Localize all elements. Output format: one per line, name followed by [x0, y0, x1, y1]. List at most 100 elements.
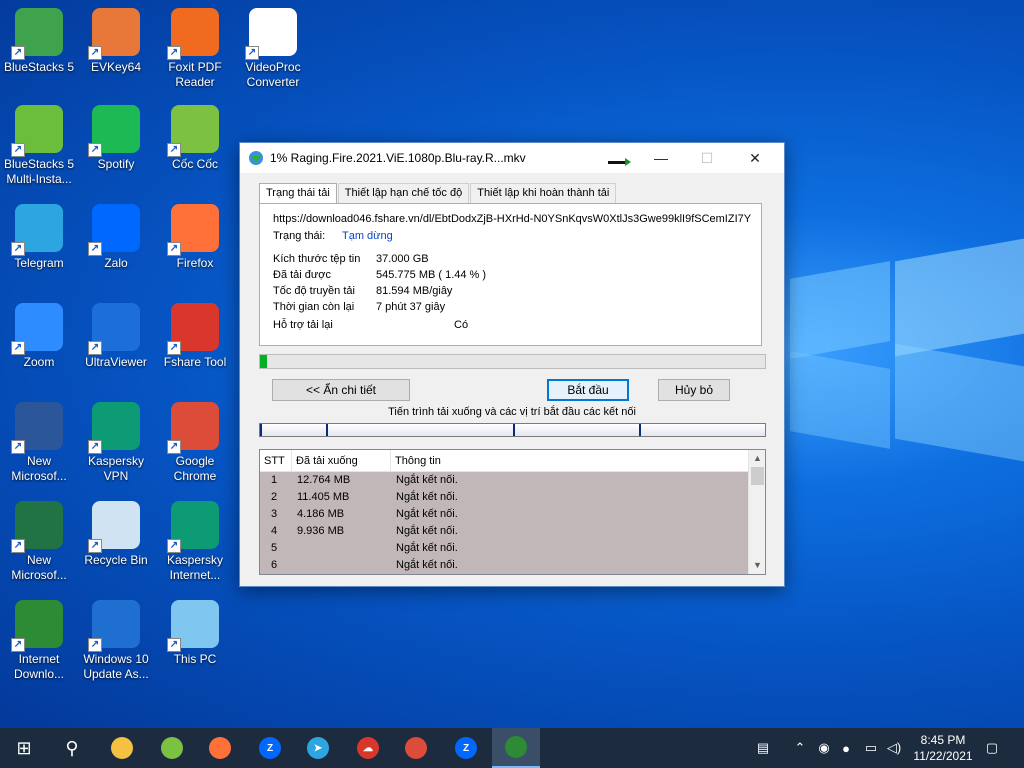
field-label: Tốc độ truyền tải	[273, 285, 355, 297]
desktop-icon[interactable]: ↗ VideoProc Converter	[235, 8, 311, 90]
desktop-icon[interactable]: ↗ Zoom	[1, 303, 77, 370]
status-value: Tạm dừng	[342, 230, 393, 242]
shortcut-arrow-icon: ↗	[11, 46, 25, 60]
list-scrollbar[interactable]: ▲ ▼	[748, 450, 765, 574]
taskbar-file-explorer[interactable]	[98, 728, 146, 768]
desktop-icon[interactable]: ↗ BlueStacks 5 Multi-Insta...	[1, 105, 77, 187]
shortcut-arrow-icon: ↗	[11, 440, 25, 454]
taskbar-zalo-2[interactable]: Z	[442, 728, 490, 768]
desktop-icon[interactable]: ↗ Firefox	[157, 204, 233, 271]
desktop-icon[interactable]: ↗ This PC	[157, 600, 233, 667]
desktop-icon[interactable]: ↗ EVKey64	[78, 8, 154, 75]
scroll-down-icon[interactable]: ▼	[749, 557, 765, 574]
camera-icon[interactable]: ◉	[814, 728, 834, 768]
cancel-button[interactable]: Hủy bỏ	[658, 379, 730, 401]
shortcut-arrow-icon: ↗	[11, 341, 25, 355]
table-row[interactable]: 4 9.936 MB Ngắt kết nối.	[260, 523, 748, 540]
taskbar-coccoc[interactable]	[148, 728, 196, 768]
connection-segments-bar	[259, 423, 766, 437]
desktop-icon[interactable]: ↗ Zalo	[78, 204, 154, 271]
start-button[interactable]: Bắt đầu	[547, 379, 629, 401]
window-titlebar[interactable]: 1% Raging.Fire.2021.ViE.1080p.Blu-ray.R.…	[240, 143, 784, 173]
desktop-icon[interactable]: ↗ Fshare Tool	[157, 303, 233, 370]
desktop-icon[interactable]: ↗ BlueStacks 5	[1, 8, 77, 75]
table-row[interactable]: 3 4.186 MB Ngắt kết nối.	[260, 506, 748, 523]
shortcut-arrow-icon: ↗	[11, 539, 25, 553]
desktop-icon-label: Cốc Cốc	[171, 157, 218, 171]
desktop-icon-label: Kaspersky VPN	[87, 454, 145, 483]
table-row[interactable]: 1 12.764 MB Ngắt kết nối.	[260, 472, 748, 489]
table-cell-downloaded: 9.936 MB	[297, 525, 345, 537]
table-cell-stt: 6	[271, 559, 278, 571]
field-label: Đã tải được	[273, 269, 331, 281]
taskbar-zalo[interactable]: Z	[246, 728, 294, 768]
scroll-thumb[interactable]	[751, 467, 764, 485]
excel-icon: ↗	[11, 501, 63, 553]
table-cell-info: Ngắt kết nối.	[396, 491, 458, 503]
recycle-bin-icon: ↗	[88, 501, 140, 553]
volume-icon[interactable]: ◁)	[884, 728, 904, 768]
taskbar-firefox[interactable]	[196, 728, 244, 768]
shortcut-arrow-icon: ↗	[88, 440, 102, 454]
telegram-icon: ↗	[11, 204, 63, 256]
desktop-icon[interactable]: ↗ UltraViewer	[78, 303, 154, 370]
taskbar-telegram[interactable]: ➤	[294, 728, 342, 768]
desktop-icon[interactable]: ↗ Kaspersky VPN	[78, 402, 154, 484]
news-icon[interactable]: ▤	[748, 728, 778, 768]
desktop-icon[interactable]: ↗ Windows 10 Update As...	[78, 600, 154, 682]
field-value: 81.594 MB/giây	[376, 285, 453, 297]
firefox-icon	[209, 737, 231, 759]
desktop-icon-label: EVKey64	[90, 60, 142, 74]
idm-download-window[interactable]: 1% Raging.Fire.2021.ViE.1080p.Blu-ray.R.…	[239, 142, 785, 587]
tab-speed-limit[interactable]: Thiết lập hạn chế tốc độ	[337, 183, 470, 203]
shortcut-arrow-icon: ↗	[88, 638, 102, 652]
desktop-icon-label: Kaspersky Internet...	[166, 553, 224, 582]
network-icon[interactable]: ▭	[860, 728, 882, 768]
desktop-icon[interactable]: ↗ Foxit PDF Reader	[157, 8, 233, 90]
firefox-icon: ↗	[167, 204, 219, 256]
notification-icon[interactable]: ▢	[978, 728, 1006, 768]
hide-details-button[interactable]: << Ẩn chi tiết	[272, 379, 410, 401]
tab-download-status[interactable]: Trạng thái tải	[259, 183, 337, 204]
desktop-icon[interactable]: ↗ Spotify	[78, 105, 154, 172]
desktop-icon[interactable]: ↗ New Microsof...	[1, 501, 77, 583]
desktop-icon-label: Zalo	[104, 256, 128, 270]
table-row[interactable]: 2 11.405 MB Ngắt kết nối.	[260, 489, 748, 506]
taskbar-clock[interactable]: 8:45 PM 11/22/2021	[908, 732, 978, 764]
taskbar-idm[interactable]	[492, 728, 540, 768]
column-header-stt[interactable]: STT	[260, 450, 292, 471]
desktop-icon[interactable]: ↗ Telegram	[1, 204, 77, 271]
clock-date: 11/22/2021	[913, 749, 973, 763]
desktop-icon[interactable]: ↗ Internet Downlo...	[1, 600, 77, 682]
desktop-icon[interactable]: ↗ Cốc Cốc	[157, 105, 233, 172]
zalo-icon: ↗	[88, 204, 140, 256]
bluestacks-multi-icon: ↗	[11, 105, 63, 157]
telegram-icon: ➤	[307, 737, 329, 759]
shortcut-arrow-icon: ↗	[167, 242, 181, 256]
close-button[interactable]: ✕	[732, 143, 778, 173]
shortcut-arrow-icon: ↗	[167, 539, 181, 553]
taskbar-chrome[interactable]	[392, 728, 440, 768]
column-header-info[interactable]: Thông tin	[391, 450, 748, 471]
desktop-icon[interactable]: ↗ New Microsof...	[1, 402, 77, 484]
taskbar-start-button[interactable]: ⊞	[0, 728, 48, 768]
table-row[interactable]: 5 Ngắt kết nối.	[260, 540, 748, 557]
desktop-icon[interactable]: ↗ Kaspersky Internet...	[157, 501, 233, 583]
shortcut-arrow-icon: ↗	[167, 638, 181, 652]
connections-list[interactable]: STT Đã tải xuống Thông tin 1 12.764 MB Ngắ…	[259, 449, 766, 575]
desktop-icon[interactable]: ↗ Recycle Bin	[78, 501, 154, 568]
minimize-button[interactable]: —	[638, 143, 684, 173]
taskbar-search-button[interactable]: ⚲	[48, 728, 96, 768]
desktop-icon[interactable]: ↗ Google Chrome	[157, 402, 233, 484]
arrow-icon	[608, 158, 631, 166]
scroll-up-icon[interactable]: ▲	[749, 450, 765, 467]
this-pc-icon: ↗	[167, 600, 219, 652]
maximize-button[interactable]: ☐	[684, 143, 730, 173]
chevron-up-icon[interactable]: ⌃	[790, 728, 810, 768]
taskbar-fshare[interactable]: ☁	[344, 728, 392, 768]
microphone-icon[interactable]: ●	[838, 728, 854, 768]
table-row[interactable]: 6 Ngắt kết nối.	[260, 557, 748, 574]
desktop-icon-label: Fshare Tool	[163, 355, 227, 369]
tab-on-complete[interactable]: Thiết lập khi hoàn thành tải	[470, 183, 617, 203]
column-header-downloaded[interactable]: Đã tải xuống	[292, 450, 391, 471]
